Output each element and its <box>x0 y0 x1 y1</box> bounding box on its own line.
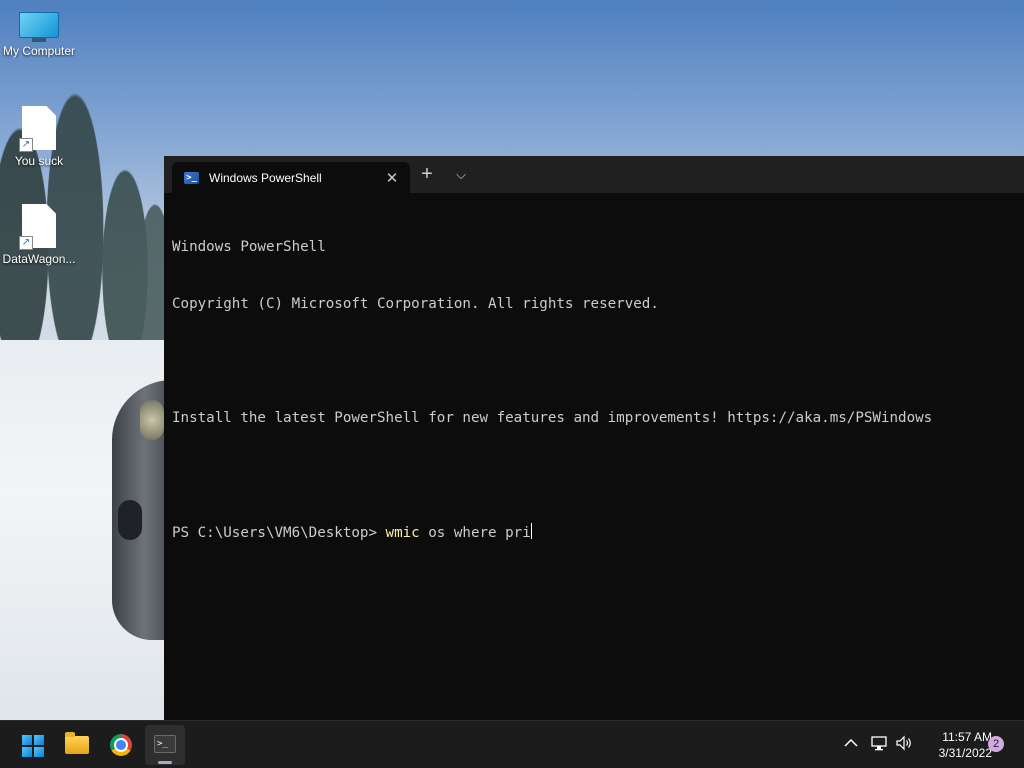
file-explorer-icon <box>65 732 89 754</box>
close-tab-icon[interactable]: ✕ <box>380 169 404 187</box>
chrome-icon <box>110 734 132 756</box>
wallpaper-car-headlight <box>140 400 164 440</box>
new-tab-button[interactable]: + <box>416 164 438 186</box>
notification-badge[interactable]: 2 <box>988 736 1004 752</box>
desktop-icon-label: DataWagon... <box>2 252 76 266</box>
chevron-up-icon[interactable] <box>840 735 862 752</box>
shortcut-arrow-icon: ↗ <box>19 138 33 152</box>
terminal-line: Install the latest PowerShell for new fe… <box>172 410 933 426</box>
file-shortcut-icon: ↗ <box>19 106 59 152</box>
file-shortcut-icon: ↗ <box>19 204 59 250</box>
tab-windows-powershell[interactable]: >_ Windows PowerShell ✕ <box>172 162 410 193</box>
desktop-icon-you-suck[interactable]: ↗ You suck <box>0 106 78 168</box>
taskbar: >_ 11:57 AM 3/31/2022 2 <box>0 720 1024 768</box>
start-icon <box>22 735 44 757</box>
terminal-line: Copyright (C) Microsoft Corporation. All… <box>172 296 659 312</box>
terminal-line: Windows PowerShell <box>172 239 326 255</box>
clock-date: 3/31/2022 <box>938 746 992 760</box>
text-cursor <box>530 523 532 539</box>
chevron-down-icon[interactable]: ⌵ <box>450 164 472 186</box>
active-indicator <box>158 761 172 764</box>
wallpaper-car-grill <box>118 500 142 540</box>
terminal-button[interactable]: >_ <box>145 725 185 765</box>
monitor-icon <box>19 12 59 42</box>
desktop-icon-label: You suck <box>14 154 64 168</box>
powershell-icon: >_ <box>184 171 199 184</box>
title-bar[interactable]: >_ Windows PowerShell ✕ + ⌵ <box>164 156 1024 193</box>
command-args: os where pri <box>419 525 531 541</box>
command-line[interactable]: PS C:\Users\VM6\Desktop> wmic os where p… <box>172 523 932 542</box>
volume-icon[interactable] <box>893 735 915 755</box>
terminal-output[interactable]: Windows PowerShell Copyright (C) Microso… <box>172 200 932 580</box>
desktop-icon-datawagon[interactable]: ↗ DataWagon... <box>0 204 78 266</box>
clock-time: 11:57 AM <box>942 730 992 744</box>
command-keyword: wmic <box>385 525 420 541</box>
terminal-window[interactable]: >_ Windows PowerShell ✕ + ⌵ Windows Powe… <box>164 156 1024 720</box>
desktop-icon-my-computer[interactable]: My Computer <box>0 12 78 58</box>
chrome-button[interactable] <box>101 725 141 765</box>
network-icon[interactable] <box>868 735 890 755</box>
shortcut-arrow-icon: ↗ <box>19 236 33 250</box>
clock[interactable]: 11:57 AM 3/31/2022 <box>918 729 992 761</box>
start-button[interactable] <box>12 725 52 765</box>
file-explorer-button[interactable] <box>57 725 97 765</box>
tab-title: Windows PowerShell <box>209 170 322 185</box>
desktop-icon-label: My Computer <box>2 44 76 58</box>
prompt: PS C:\Users\VM6\Desktop> <box>172 525 386 541</box>
terminal-icon: >_ <box>154 735 176 753</box>
